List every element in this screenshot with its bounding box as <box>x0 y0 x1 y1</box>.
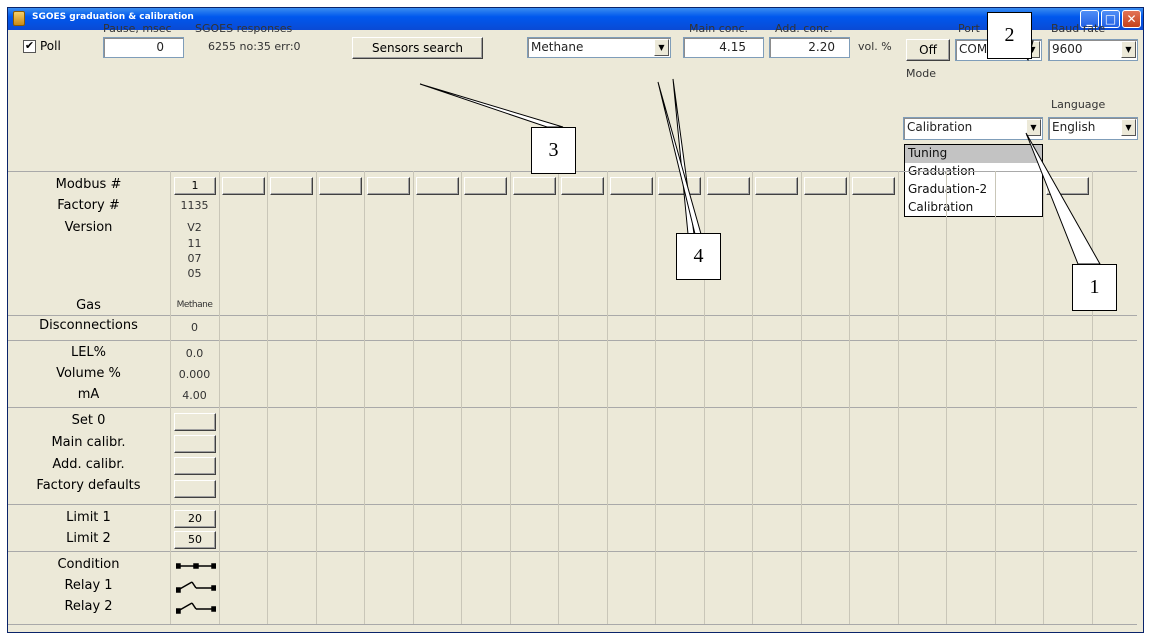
callout-4: 4 <box>676 233 721 280</box>
callout-1-pointer <box>1025 132 1101 265</box>
callout-2: 2 <box>987 12 1032 59</box>
callout-4-pointer <box>657 81 702 235</box>
callout-pointers <box>419 40 1101 265</box>
callout-1: 1 <box>1072 264 1117 311</box>
callout-3-pointer <box>419 83 564 128</box>
callout-3: 3 <box>531 127 576 174</box>
